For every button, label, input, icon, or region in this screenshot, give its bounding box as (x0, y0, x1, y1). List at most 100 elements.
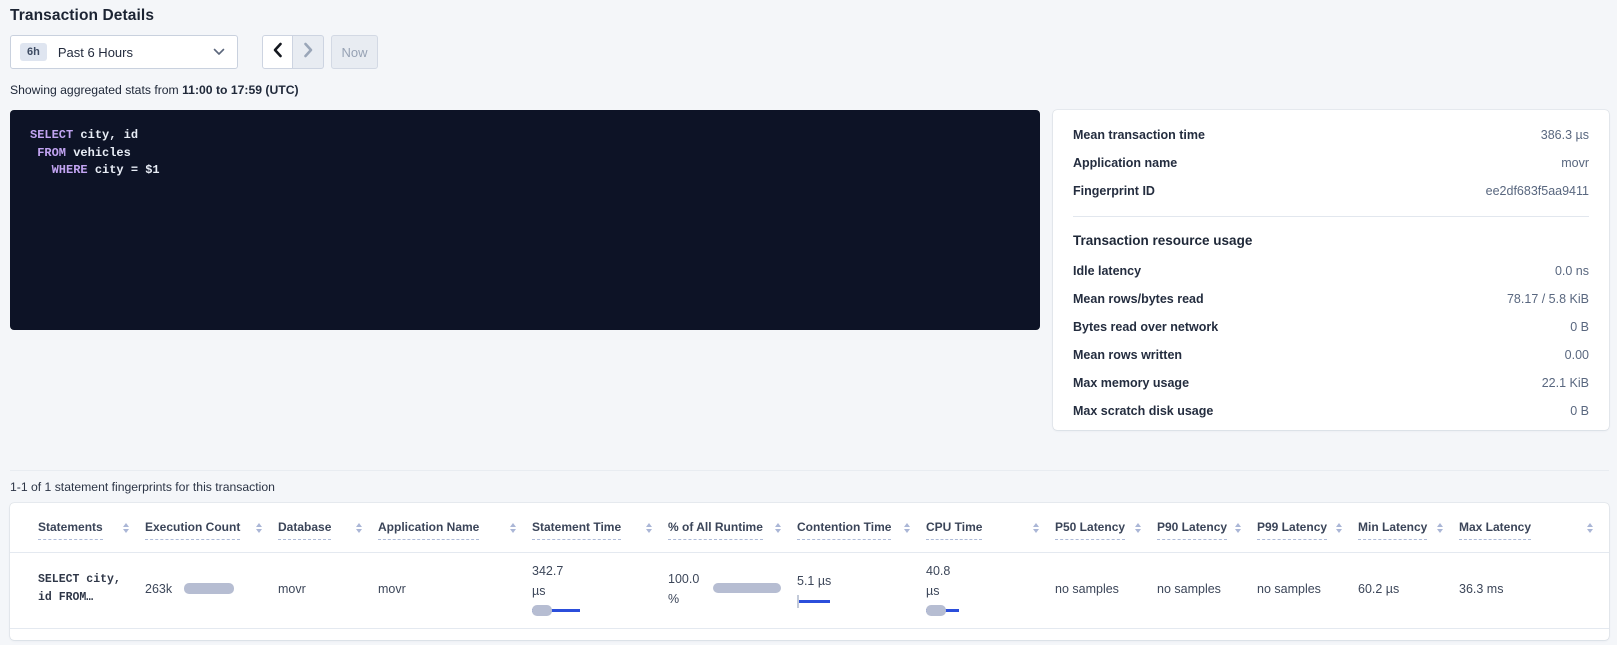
sort-icon[interactable] (123, 523, 129, 533)
transaction-summary-card: Mean transaction time 386.3 µs Applicati… (1053, 110, 1609, 430)
sort-icon[interactable] (510, 523, 516, 533)
time-step-buttons (262, 35, 324, 69)
statements-count-caption: 1-1 of 1 statement fingerprints for this… (10, 480, 1609, 494)
statement-link[interactable]: SELECT city, id FROM… (38, 571, 129, 607)
summary-row: Bytes read over network 0 B (1073, 313, 1589, 341)
summary-label: Bytes read over network (1073, 320, 1218, 334)
time-range-dropdown[interactable]: 6h Past 6 Hours (10, 35, 238, 69)
transaction-details-page: Transaction Details 6h Past 6 Hours Now (0, 7, 1609, 640)
min-latency-cell: 60.2 µs (1358, 582, 1459, 596)
sort-icon[interactable] (904, 523, 910, 533)
summary-row: Idle latency 0.0 ns (1073, 257, 1589, 285)
cpu-time-cell: 40.8 µs (926, 561, 1055, 616)
statements-table: Statements Execution Count Database Appl… (10, 503, 1609, 640)
summary-label: Application name (1073, 156, 1177, 170)
column-header-cpu-time[interactable]: CPU Time (926, 520, 1055, 552)
statements-table-header: Statements Execution Count Database Appl… (10, 503, 1609, 553)
aggregated-stats-caption: Showing aggregated stats from 11:00 to 1… (10, 83, 1609, 97)
contention-time-bar (797, 596, 831, 607)
execution-count-cell: 263k (145, 582, 278, 596)
stats-caption-prefix: Showing aggregated stats from (10, 83, 182, 97)
resource-usage-heading: Transaction resource usage (1073, 226, 1589, 257)
summary-divider (1073, 216, 1589, 217)
summary-row: Max scratch disk usage 0 B (1073, 397, 1589, 425)
column-header-application-name[interactable]: Application Name (378, 520, 532, 552)
contention-time-cell: 5.1 µs (797, 571, 926, 607)
next-time-button[interactable] (293, 35, 324, 69)
summary-row: Mean transaction time 386.3 µs (1073, 121, 1589, 149)
sort-icon[interactable] (1235, 523, 1241, 533)
time-controls: 6h Past 6 Hours Now (10, 35, 1609, 69)
application-name-cell: movr (378, 582, 532, 596)
p90-latency-cell: no samples (1157, 582, 1257, 596)
sql-line: FROM vehicles (30, 145, 1020, 163)
summary-label: Max scratch disk usage (1073, 404, 1213, 418)
pct-runtime-bar (713, 583, 781, 593)
summary-value: ee2df683f5aa9411 (1486, 184, 1589, 198)
sql-keyword: FROM (37, 146, 66, 160)
column-header-p99-latency[interactable]: P99 Latency (1257, 520, 1358, 552)
chevron-left-icon (272, 42, 283, 63)
time-range-label: Past 6 Hours (58, 45, 133, 60)
column-header-min-latency[interactable]: Min Latency (1358, 520, 1459, 552)
execution-count-bar (184, 583, 234, 594)
section-divider (10, 470, 1609, 471)
summary-value: 78.17 / 5.8 KiB (1507, 292, 1589, 306)
summary-value: 22.1 KiB (1542, 376, 1589, 390)
summary-label: Mean rows written (1073, 348, 1182, 362)
pct-runtime-cell: 100.0 % (668, 569, 797, 609)
sort-icon[interactable] (775, 523, 781, 533)
sort-icon[interactable] (1033, 523, 1039, 533)
sort-icon[interactable] (1336, 523, 1342, 533)
sql-keyword: WHERE (52, 163, 88, 177)
column-header-database[interactable]: Database (278, 520, 378, 552)
column-header-contention-time[interactable]: Contention Time (797, 520, 926, 552)
sql-line: SELECT city, id (30, 127, 1020, 145)
summary-row: Application name movr (1073, 149, 1589, 177)
sort-icon[interactable] (1437, 523, 1443, 533)
p99-latency-cell: no samples (1257, 582, 1358, 596)
column-header-statements[interactable]: Statements (38, 520, 145, 552)
statement-time-bar (532, 605, 580, 616)
summary-label: Mean transaction time (1073, 128, 1205, 142)
sql-keyword: SELECT (30, 128, 73, 142)
summary-row: Fingerprint ID ee2df683f5aa9411 (1073, 177, 1589, 205)
stats-caption-range: 11:00 to 17:59 (UTC) (182, 83, 299, 97)
cpu-time-bar (926, 605, 959, 616)
max-latency-cell: 36.3 ms (1459, 582, 1609, 596)
column-header-max-latency[interactable]: Max Latency (1459, 520, 1609, 552)
sql-line: WHERE city = $1 (30, 162, 1020, 180)
summary-value: 0.0 ns (1555, 264, 1589, 278)
sort-icon[interactable] (1587, 523, 1593, 533)
now-button[interactable]: Now (331, 35, 378, 69)
summary-value: movr (1561, 156, 1589, 170)
summary-label: Fingerprint ID (1073, 184, 1155, 198)
summary-value: 0 B (1570, 320, 1589, 334)
sort-icon[interactable] (256, 523, 262, 533)
database-cell: movr (278, 582, 378, 596)
chevron-down-icon (213, 48, 225, 56)
sort-icon[interactable] (356, 523, 362, 533)
chevron-right-icon (303, 42, 314, 63)
column-header-execution-count[interactable]: Execution Count (145, 520, 278, 552)
column-header-p90-latency[interactable]: P90 Latency (1157, 520, 1257, 552)
page-title: Transaction Details (10, 7, 1609, 25)
summary-row: Mean rows/bytes read 78.17 / 5.8 KiB (1073, 285, 1589, 313)
summary-label: Mean rows/bytes read (1073, 292, 1204, 306)
summary-label: Max memory usage (1073, 376, 1189, 390)
sql-statement-box: SELECT city, id FROM vehicles WHERE city… (10, 110, 1040, 330)
summary-label: Idle latency (1073, 264, 1141, 278)
time-range-badge: 6h (20, 43, 47, 61)
sort-icon[interactable] (1135, 523, 1141, 533)
sort-icon[interactable] (646, 523, 652, 533)
summary-value: 0 B (1570, 404, 1589, 418)
prev-time-button[interactable] (262, 35, 293, 69)
column-header-pct-runtime[interactable]: % of All Runtime (668, 520, 797, 552)
column-header-statement-time[interactable]: Statement Time (532, 520, 668, 552)
summary-value: 386.3 µs (1541, 128, 1589, 142)
statement-time-cell: 342.7 µs (532, 561, 668, 616)
summary-value: 0.00 (1565, 348, 1589, 362)
p50-latency-cell: no samples (1055, 582, 1157, 596)
summary-row: Max memory usage 22.1 KiB (1073, 369, 1589, 397)
column-header-p50-latency[interactable]: P50 Latency (1055, 520, 1157, 552)
